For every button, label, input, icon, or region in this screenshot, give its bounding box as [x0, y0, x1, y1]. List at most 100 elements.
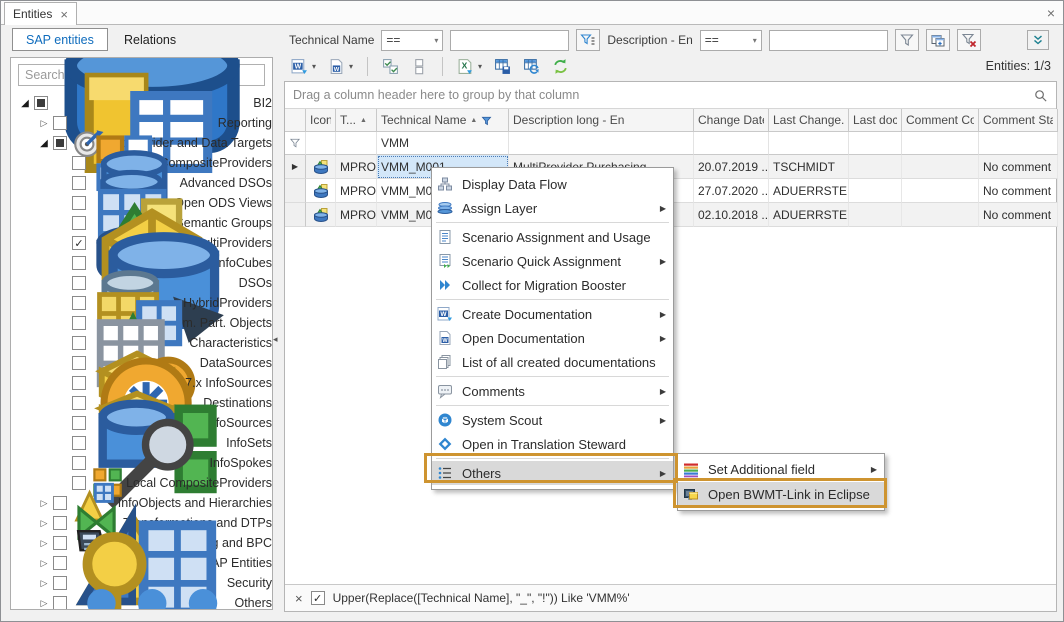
double-check-button[interactable] [379, 55, 402, 78]
filter-cell-description[interactable] [509, 132, 694, 155]
menu-item-open-in-translation-steward[interactable]: Open in Translation Steward [432, 432, 673, 456]
column-header-icon[interactable]: Icon [306, 109, 336, 132]
submenu-item-set-additional-field[interactable]: Set Additional field▶ [678, 457, 884, 482]
word-doc-button[interactable]: W▾ [325, 55, 356, 78]
tree-item-others[interactable]: ▷Others [11, 593, 272, 610]
menu-item-others[interactable]: Others▶ [432, 461, 673, 485]
menu-item-display-data-flow[interactable]: Display Data Flow [432, 172, 673, 196]
checkbox-unchecked[interactable] [72, 156, 86, 170]
filter-cell-last_doc[interactable] [849, 132, 902, 155]
menu-item-assign-layer[interactable]: Assign Layer▶ [432, 196, 673, 220]
checkbox-unchecked[interactable] [53, 536, 67, 550]
expand-icon[interactable]: ▷ [36, 118, 52, 129]
menu-item-scenario-quick-assignment[interactable]: Scenario Quick Assignment▶ [432, 249, 673, 273]
collapse-icon[interactable]: ◢ [17, 98, 33, 109]
checkbox-unchecked[interactable] [53, 116, 67, 130]
expand-filter-panel-button[interactable] [1027, 30, 1049, 50]
column-header-comment_co[interactable]: Comment Co... [902, 109, 979, 132]
tab-entities[interactable]: Entities × [4, 2, 77, 25]
menu-item-comments[interactable]: Comments▶ [432, 379, 673, 403]
grid-save-button[interactable] [491, 55, 514, 78]
menu-item-scenario-assignment-and-usage[interactable]: Scenario Assignment and Usage [432, 225, 673, 249]
checkbox-indeterminate[interactable] [34, 96, 48, 110]
tab-sap-entities[interactable]: SAP entities [12, 28, 108, 51]
filter-menu-button[interactable] [576, 29, 600, 51]
column-header-last_change[interactable]: Last Change... [769, 109, 849, 132]
checkboxes-button[interactable] [408, 55, 431, 78]
expand-icon[interactable]: ▷ [36, 558, 52, 569]
checkbox-unchecked[interactable] [72, 336, 86, 350]
column-header-technical_name[interactable]: Technical Name▲ [377, 109, 509, 132]
checkbox-unchecked[interactable] [72, 276, 86, 290]
checkbox-unchecked[interactable] [72, 396, 86, 410]
expand-icon[interactable]: ▷ [36, 578, 52, 589]
cell-last_doc[interactable] [849, 203, 902, 227]
cell-type[interactable]: MPRO [336, 155, 377, 179]
cell-last_change[interactable]: ADUERRSTEIN [769, 203, 849, 227]
checkbox-unchecked[interactable] [53, 596, 67, 610]
column-header-change_date[interactable]: Change Date [694, 109, 769, 132]
technical-name-operator-select[interactable]: == ▾ [381, 30, 443, 51]
refresh-button[interactable] [549, 55, 572, 78]
filter-cell-comment_co[interactable] [902, 132, 979, 155]
cell-change_date[interactable]: 02.10.2018 ... [694, 203, 769, 227]
column-header-last_doc[interactable]: Last doc. [849, 109, 902, 132]
cell-comment_status[interactable]: No comment [979, 155, 1058, 179]
group-by-bar[interactable]: Drag a column header here to group by th… [285, 82, 1056, 109]
filter-enabled-checkbox[interactable]: ✓ [311, 591, 325, 605]
checkbox-unchecked[interactable] [53, 576, 67, 590]
checkbox-checked[interactable]: ✓ [72, 236, 86, 250]
dropdown-arrow-icon[interactable]: ▾ [478, 62, 482, 71]
header-funnel-icon[interactable] [480, 114, 493, 127]
checkbox-unchecked[interactable] [72, 216, 86, 230]
checkbox-unchecked[interactable] [72, 176, 86, 190]
filter-cell-type[interactable] [336, 132, 377, 155]
dropdown-arrow-icon[interactable]: ▾ [312, 62, 316, 71]
row-indicator[interactable]: ▶ [285, 155, 306, 179]
description-filter-input[interactable] [769, 30, 888, 51]
menu-item-system-scout[interactable]: System Scout▶ [432, 408, 673, 432]
cell-last_change[interactable]: ADUERRSTEIN [769, 179, 849, 203]
expand-icon[interactable]: ▷ [36, 498, 52, 509]
cell-icon[interactable] [306, 179, 336, 203]
clear-filter-button[interactable] [957, 29, 981, 51]
checkbox-indeterminate[interactable] [53, 136, 67, 150]
cell-comment_co[interactable] [902, 203, 979, 227]
menu-item-create-documentation[interactable]: WCreate Documentation▶ [432, 302, 673, 326]
cell-comment_status[interactable]: No comment [979, 203, 1058, 227]
filter-cell-comment_status[interactable] [979, 132, 1058, 155]
cell-type[interactable]: MPRO [336, 179, 377, 203]
tab-relations[interactable]: Relations [111, 28, 189, 51]
filter-cell-last_change[interactable] [769, 132, 849, 155]
panel-splitter[interactable]: ◂ [273, 57, 284, 610]
menu-item-collect-for-migration-booster[interactable]: Collect for Migration Booster [432, 273, 673, 297]
checkbox-unchecked[interactable] [72, 356, 86, 370]
filter-cell-change_date[interactable] [694, 132, 769, 155]
cell-last_change[interactable]: TSCHMIDT [769, 155, 849, 179]
cell-type[interactable]: MPRO [336, 203, 377, 227]
checkbox-unchecked[interactable] [53, 496, 67, 510]
expand-icon[interactable]: ▷ [36, 518, 52, 529]
row-indicator[interactable] [285, 179, 306, 203]
dropdown-arrow-icon[interactable]: ▾ [349, 62, 353, 71]
apply-filter-button[interactable] [895, 29, 919, 51]
search-icon[interactable] [1033, 88, 1048, 103]
row-indicator[interactable] [285, 203, 306, 227]
tab-close-icon[interactable]: × [60, 8, 68, 21]
cell-comment_status[interactable]: No comment [979, 179, 1058, 203]
checkbox-unchecked[interactable] [72, 376, 86, 390]
checkbox-unchecked[interactable] [72, 296, 86, 310]
checkbox-unchecked[interactable] [72, 436, 86, 450]
checkbox-unchecked[interactable] [53, 556, 67, 570]
checkbox-unchecked[interactable] [53, 516, 67, 530]
submenu-item-open-bwmt-link-in-eclipse[interactable]: Open BWMT-Link in Eclipse [678, 482, 884, 507]
expand-icon[interactable]: ▷ [36, 538, 52, 549]
expand-icon[interactable]: ▷ [36, 598, 52, 609]
cell-change_date[interactable]: 20.07.2019 ... [694, 155, 769, 179]
filter-window-button[interactable] [926, 29, 950, 51]
column-header-comment_status[interactable]: Comment Sta... [979, 109, 1058, 132]
cell-last_doc[interactable] [849, 155, 902, 179]
cell-icon[interactable] [306, 203, 336, 227]
excel-export-button[interactable]: X▾ [454, 55, 485, 78]
filter-cell-icon[interactable] [306, 132, 336, 155]
